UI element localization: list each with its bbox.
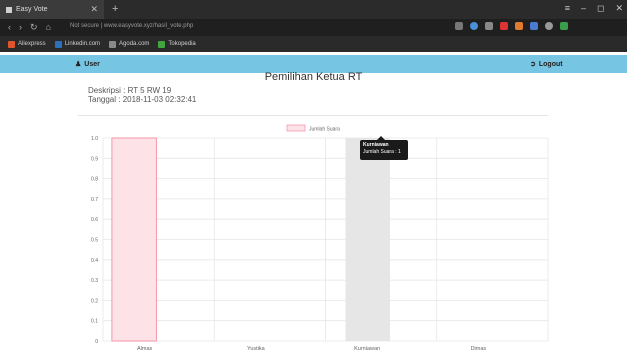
site-favicon-icon: [6, 6, 12, 13]
user-menu[interactable]: ♟ User: [75, 60, 100, 69]
tab-close-icon[interactable]: ✕: [90, 4, 98, 15]
forward-icon[interactable]: ›: [19, 22, 22, 33]
window-controls: ≡ – ◻ ✕: [565, 3, 623, 14]
new-tab-icon[interactable]: +: [112, 3, 118, 15]
extension-gray-icon[interactable]: [545, 22, 553, 30]
extension-red-icon[interactable]: [500, 22, 508, 30]
tooltip-title: Kurniawan: [363, 142, 389, 148]
chart-tooltip: Kurniawan Jumlah Suara : 1: [360, 136, 408, 160]
y-tick-label: 0.6: [91, 217, 98, 223]
tokopedia-icon: [158, 40, 166, 48]
vote-info: Deskripsi : RT 5 RW 19 Tanggal : 2018-11…: [88, 86, 196, 104]
page-title: Pemilihan Ketua RT: [264, 71, 363, 83]
close-window-icon[interactable]: ✕: [615, 3, 623, 14]
extension-orange-icon[interactable]: [515, 22, 523, 30]
aliexpress-icon: [8, 40, 15, 48]
y-tick-label: 0.9: [91, 156, 98, 162]
bookmark-item[interactable]: Tokopedia: [158, 40, 196, 48]
divider: [78, 115, 548, 116]
tooltip-body: Jumlah Suara : 1: [363, 149, 401, 155]
y-tick-label: 1.0: [91, 136, 98, 142]
hover-highlight: [345, 138, 391, 341]
extension-icons: [455, 22, 568, 30]
linkedin-icon: [54, 40, 62, 48]
bookmarks-bar: Aliexpress Linkedin.com Agoda.com Tokope…: [0, 36, 627, 52]
back-icon[interactable]: ‹: [8, 22, 11, 33]
nav-buttons: ‹ › ↻ ⌂: [8, 22, 51, 33]
y-tick-label: 0.7: [91, 197, 98, 203]
bookmark-item[interactable]: Agoda.com: [109, 40, 149, 48]
browser-tab[interactable]: Easy Vote ✕: [0, 0, 104, 19]
address-bar-row: ‹ › ↻ ⌂ Not secure | www.easyvote.xyz/ha…: [0, 19, 627, 36]
x-tick-label: Kurniawan: [354, 346, 380, 351]
y-tick-label: 0.3: [91, 278, 98, 284]
extension-blue-icon[interactable]: [530, 22, 538, 30]
legend-label: Jumlah Suara: [309, 127, 340, 133]
bar: [111, 137, 157, 342]
y-tick-label: 0.1: [91, 319, 98, 325]
menu-icon[interactable]: ≡: [565, 3, 570, 14]
legend-swatch: [286, 124, 306, 132]
agoda-icon: [109, 40, 117, 48]
bookmark-item[interactable]: Aliexpress: [8, 40, 46, 48]
reload-icon[interactable]: ↻: [30, 22, 38, 33]
heart-icon[interactable]: [485, 22, 493, 30]
home-icon[interactable]: ⌂: [46, 22, 51, 33]
user-label: User: [84, 60, 100, 68]
y-tick-label: 0.2: [91, 298, 98, 304]
user-icon: ♟: [75, 61, 82, 68]
logout-button[interactable]: ➲ Logout: [530, 60, 563, 69]
maximize-icon[interactable]: ◻: [597, 3, 604, 14]
x-tick-label: Almas: [137, 346, 153, 351]
y-tick-label: 0: [95, 339, 98, 345]
y-tick-label: 0.4: [91, 258, 98, 264]
vote-bar-chart: Jumlah Suara 0 0.1 0.2 0.3 0.4 0.5 0.6 0.7 0.8 0.9…: [91, 124, 549, 351]
y-tick-label: 0.8: [91, 177, 98, 183]
logout-label: Logout: [538, 60, 563, 68]
camera-icon[interactable]: [455, 22, 463, 30]
tab-title: Easy Vote: [16, 6, 48, 13]
y-tick-label: 0.5: [91, 238, 98, 244]
logout-icon: ➲: [530, 61, 536, 68]
url-field[interactable]: Not secure | www.easyvote.xyz/hasil_vote…: [70, 23, 193, 29]
vote-description: Deskripsi : RT 5 RW 19: [88, 86, 172, 95]
x-tick-label: Yustika: [247, 346, 266, 351]
browser-titlebar: Easy Vote ✕ + ≡ – ◻ ✕: [0, 0, 627, 19]
x-tick-label: Dimas: [471, 346, 487, 351]
vpn-icon[interactable]: [470, 22, 478, 30]
bookmark-item[interactable]: Linkedin.com: [54, 40, 100, 48]
minimize-icon[interactable]: –: [581, 3, 586, 14]
vote-date: Tanggal : 2018-11-03 02:32:41: [88, 95, 197, 104]
extension-green-icon[interactable]: [560, 22, 568, 30]
